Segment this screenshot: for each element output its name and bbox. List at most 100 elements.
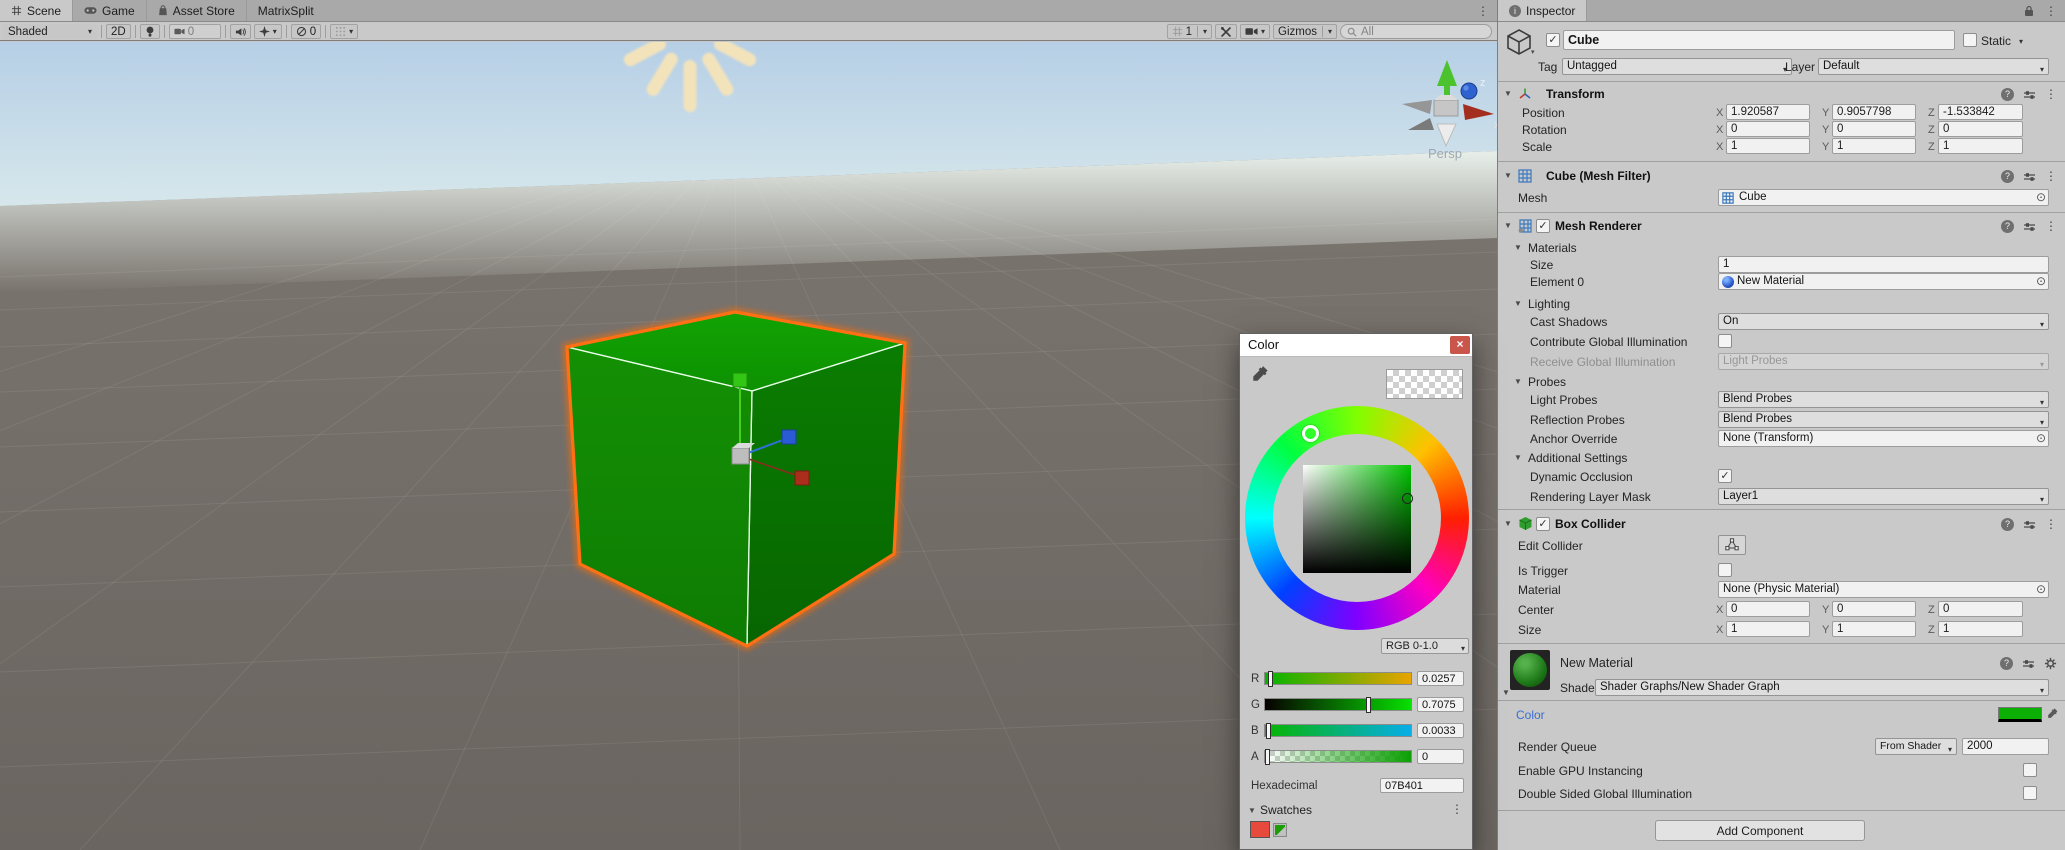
center-x-field[interactable]: 0 <box>1726 601 1810 617</box>
foldout-icon[interactable]: ▼ <box>1514 377 1522 386</box>
foldout-icon[interactable]: ▼ <box>1514 243 1522 252</box>
rotation-y-field[interactable]: 0 <box>1832 121 1916 137</box>
presets-icon[interactable] <box>2023 171 2036 183</box>
scene-panel-menu[interactable]: ⋮ <box>1477 0 1489 22</box>
b-value-field[interactable]: 0.0033 <box>1417 723 1464 738</box>
projection-label[interactable]: Persp <box>1428 146 1462 161</box>
lock-icon[interactable] <box>2023 5 2035 17</box>
swatch-red[interactable] <box>1250 821 1270 838</box>
r-slider[interactable] <box>1264 672 1412 685</box>
r-value-field[interactable]: 0.0257 <box>1417 671 1464 686</box>
a-slider[interactable] <box>1264 750 1412 763</box>
scene-camera-dropdown[interactable]: ▾ <box>1240 24 1270 39</box>
g-value-field[interactable]: 0.7075 <box>1417 697 1464 712</box>
icon-chevron-down[interactable]: ▾ <box>1531 48 1535 56</box>
scene-effects-dropdown[interactable]: ▾ <box>254 24 282 39</box>
gpu-instancing-checkbox[interactable] <box>2023 763 2037 777</box>
material-color-swatch[interactable] <box>1998 707 2042 722</box>
tab-inspector[interactable]: i Inspector <box>1498 0 1587 21</box>
shading-mode-dropdown[interactable]: Shaded ▾ <box>3 24 97 39</box>
position-y-field[interactable]: 0.9057798 <box>1832 104 1916 120</box>
transform-header[interactable]: ▼ Transform ? ⋮ <box>1498 85 2065 103</box>
static-checkbox[interactable] <box>1963 33 1977 47</box>
mesh-renderer-header[interactable]: ▼ ✓ Mesh Renderer ? ⋮ <box>1498 217 2065 235</box>
rotation-z-field[interactable]: 0 <box>1938 121 2023 137</box>
tag-dropdown[interactable]: Untagged ▾ <box>1562 58 1792 75</box>
snap-increment-dropdown[interactable]: 1 ▾ <box>1167 24 1212 39</box>
static-chevron-icon[interactable]: ▾ <box>2019 37 2023 46</box>
collider-size-x-field[interactable]: 1 <box>1726 621 1810 637</box>
foldout-icon[interactable]: ▼ <box>1514 453 1522 462</box>
gameobject-name-field[interactable]: Cube <box>1563 30 1955 50</box>
help-icon[interactable]: ? <box>2000 657 2013 670</box>
lighting-foldout[interactable]: ▼ Lighting <box>1498 295 2065 313</box>
hexadecimal-field[interactable]: 07B401 <box>1380 778 1464 793</box>
box-collider-header[interactable]: ▼ ✓ Box Collider ? ⋮ <box>1498 515 2065 533</box>
help-icon[interactable]: ? <box>2001 518 2014 531</box>
eyedropper-icon[interactable] <box>2046 707 2059 720</box>
add-component-button[interactable]: Add Component <box>1655 820 1865 841</box>
gizmo-center-cube[interactable] <box>1434 100 1458 116</box>
rendering-layer-mask-dropdown[interactable]: Layer1 ▾ <box>1718 488 2049 505</box>
scale-handle-y[interactable] <box>733 373 747 387</box>
presets-icon[interactable] <box>2023 221 2036 233</box>
scene-lighting-toggle[interactable] <box>140 24 160 39</box>
material-color-label[interactable]: Color <box>1516 708 1545 722</box>
saturation-value-indicator[interactable] <box>1402 493 1413 504</box>
g-slider[interactable] <box>1264 698 1412 711</box>
anchor-override-field[interactable]: None (Transform) ⊙ <box>1718 430 2049 447</box>
object-picker-icon[interactable]: ⊙ <box>2036 274 2046 289</box>
scale-y-field[interactable]: 1 <box>1832 138 1916 154</box>
mesh-renderer-enabled-checkbox[interactable]: ✓ <box>1536 219 1550 233</box>
presets-icon[interactable] <box>2023 89 2036 101</box>
scale-z-field[interactable]: 1 <box>1938 138 2023 154</box>
color-mode-dropdown[interactable]: RGB 0-1.0 ▾ <box>1381 638 1469 654</box>
2d-toggle-button[interactable]: 2D <box>106 24 131 39</box>
saturation-value-box[interactable] <box>1303 465 1411 573</box>
object-picker-icon[interactable]: ⊙ <box>2036 431 2046 446</box>
menu-icon[interactable]: ⋮ <box>1477 5 1489 18</box>
r-slider-thumb[interactable] <box>1268 671 1273 687</box>
object-picker-icon[interactable]: ⊙ <box>2036 190 2046 205</box>
mesh-filter-header[interactable]: ▼ Cube (Mesh Filter) ? ⋮ <box>1498 167 2065 185</box>
tab-matrixsplit[interactable]: MatrixSplit <box>247 0 325 21</box>
dynamic-occlusion-checkbox[interactable]: ✓ <box>1718 469 1732 483</box>
b-slider[interactable] <box>1264 724 1412 737</box>
foldout-icon[interactable]: ▼ <box>1514 299 1522 308</box>
close-button[interactable]: × <box>1450 336 1470 354</box>
layer-dropdown[interactable]: Default ▾ <box>1818 58 2049 75</box>
edit-collider-button[interactable] <box>1718 535 1746 555</box>
probes-foldout[interactable]: ▼ Probes <box>1498 373 2065 391</box>
scene-visibility-toggle[interactable]: 0 <box>291 24 321 39</box>
help-icon[interactable]: ? <box>2001 170 2014 183</box>
scene-audio-toggle[interactable] <box>230 24 251 39</box>
component-menu-icon[interactable]: ⋮ <box>2045 88 2057 101</box>
scale-handle-center[interactable] <box>732 448 749 464</box>
active-checkbox[interactable]: ✓ <box>1546 33 1560 47</box>
foldout-icon[interactable]: ▼ <box>1504 519 1512 528</box>
center-z-field[interactable]: 0 <box>1938 601 2023 617</box>
tab-scene[interactable]: Scene <box>0 0 73 21</box>
component-menu-icon[interactable]: ⋮ <box>2045 220 2057 233</box>
gameobject-cube-icon[interactable] <box>1504 27 1534 57</box>
help-icon[interactable]: ? <box>2001 88 2014 101</box>
hue-indicator[interactable] <box>1302 425 1319 442</box>
collider-size-y-field[interactable]: 1 <box>1832 621 1916 637</box>
object-picker-icon[interactable]: ⊙ <box>2036 582 2046 597</box>
element0-field[interactable]: New Material ⊙ <box>1718 273 2049 290</box>
scale-handle-z[interactable] <box>782 430 796 444</box>
render-queue-value-field[interactable]: 2000 <box>1962 738 2049 755</box>
center-y-field[interactable]: 0 <box>1832 601 1916 617</box>
gear-icon[interactable] <box>2044 657 2057 670</box>
help-icon[interactable]: ? <box>2001 220 2014 233</box>
foldout-icon[interactable]: ▼ <box>1504 89 1512 98</box>
physic-material-field[interactable]: None (Physic Material) ⊙ <box>1718 581 2049 598</box>
eyedropper-button[interactable] <box>1250 364 1272 386</box>
shader-dropdown[interactable]: Shader Graphs/New Shader Graph ▾ <box>1595 679 2049 696</box>
double-sided-gi-checkbox[interactable] <box>2023 786 2037 800</box>
presets-icon[interactable] <box>2022 658 2035 670</box>
position-z-field[interactable]: -1.533842 <box>1938 104 2023 120</box>
tools-button[interactable] <box>1215 24 1237 39</box>
material-foldout-icon[interactable]: ▼ <box>1502 688 1510 697</box>
gizmos-dropdown[interactable]: Gizmos ▾ <box>1273 24 1337 39</box>
